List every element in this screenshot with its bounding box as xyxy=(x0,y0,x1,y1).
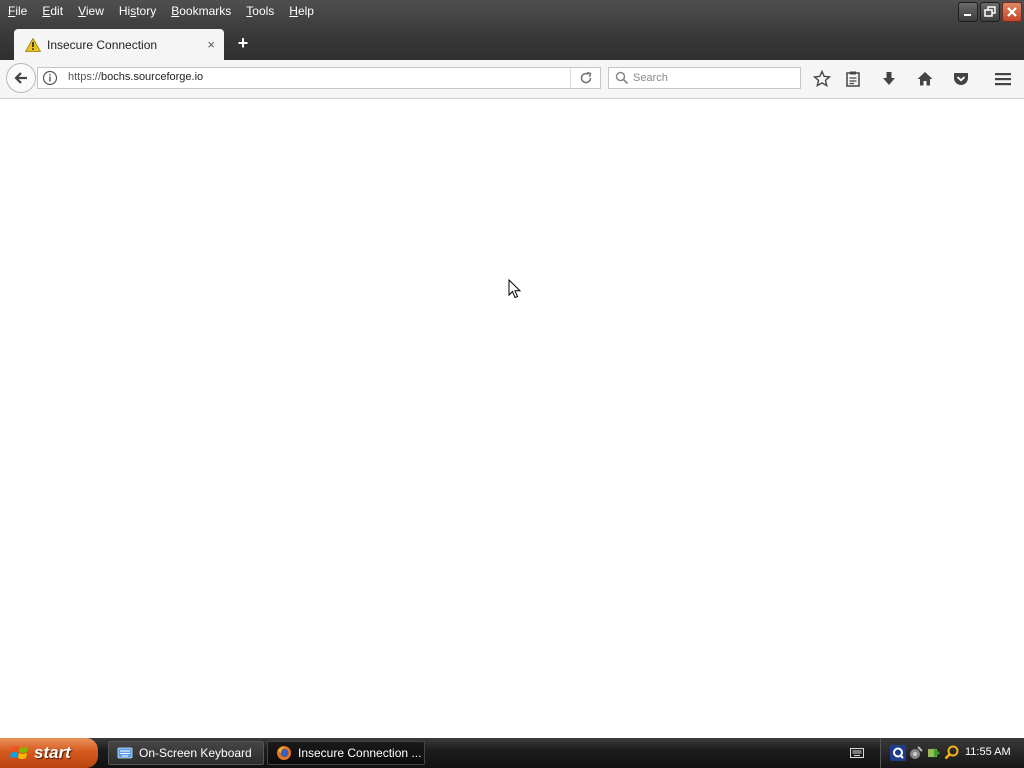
menu-bookmarks[interactable]: Bookmarks xyxy=(163,1,238,21)
search-placeholder: Search xyxy=(633,72,668,84)
hamburger-menu-icon xyxy=(995,73,1011,86)
restore-button[interactable] xyxy=(980,2,1000,22)
menu-help[interactable]: Help xyxy=(281,1,321,21)
menu-view[interactable]: View xyxy=(70,1,111,21)
home-button[interactable] xyxy=(915,69,935,89)
bookmark-star-button[interactable] xyxy=(812,69,832,89)
menu-edit[interactable]: Edit xyxy=(34,1,70,21)
safely-remove-tray-icon[interactable] xyxy=(926,745,942,761)
navigation-toolbar: https://bochs.sourceforge.io Search xyxy=(0,60,1024,99)
clock[interactable]: 11:55 AM xyxy=(965,746,1011,758)
network-tray-icon[interactable] xyxy=(908,745,924,761)
bookmarks-list-button[interactable] xyxy=(843,69,863,89)
url-text[interactable]: https://bochs.sourceforge.io xyxy=(68,71,203,83)
close-icon xyxy=(1007,7,1017,17)
tab-insecure-connection[interactable]: Insecure Connection × xyxy=(14,29,224,60)
minimize-button[interactable] xyxy=(958,2,978,22)
reload-button[interactable] xyxy=(570,68,601,88)
info-icon[interactable] xyxy=(42,70,58,86)
menu-history[interactable]: History xyxy=(111,1,163,21)
download-arrow-icon xyxy=(883,72,895,85)
url-bar[interactable]: https://bochs.sourceforge.io xyxy=(37,67,601,89)
keyboard-icon xyxy=(117,747,133,759)
browser-title-bar: File Edit View History Bookmarks Tools H… xyxy=(0,0,1024,60)
start-label: start xyxy=(34,743,71,762)
system-tray: 11:55 AM xyxy=(880,738,1024,768)
search-tray-icon[interactable] xyxy=(944,745,960,761)
keyboard-tray-icon[interactable] xyxy=(850,747,864,759)
new-tab-button[interactable]: + xyxy=(234,33,252,53)
mouse-cursor-icon xyxy=(508,279,522,299)
windows-logo-icon xyxy=(10,746,28,759)
reload-icon xyxy=(580,71,592,84)
clipboard-icon xyxy=(846,71,860,87)
restore-icon xyxy=(984,6,996,17)
open-menu-button[interactable] xyxy=(993,69,1013,89)
tab-close-icon[interactable]: × xyxy=(207,37,215,52)
taskbar-item-on-screen-keyboard[interactable]: On-Screen Keyboard xyxy=(108,741,264,765)
menu-bar: File Edit View History Bookmarks Tools H… xyxy=(0,0,321,22)
back-arrow-icon xyxy=(14,72,27,84)
page-content xyxy=(0,99,1024,738)
star-icon xyxy=(813,70,831,88)
taskbar-item-firefox[interactable]: Insecure Connection ... xyxy=(267,741,425,765)
close-window-button[interactable] xyxy=(1002,2,1022,22)
menu-tools[interactable]: Tools xyxy=(238,1,281,21)
back-button[interactable] xyxy=(6,63,36,93)
warning-icon xyxy=(25,37,41,52)
window-controls xyxy=(958,2,1022,22)
tab-title: Insecure Connection xyxy=(47,37,158,52)
taskbar-item-label: Insecure Connection ... xyxy=(298,746,422,760)
start-button[interactable]: start xyxy=(0,738,98,768)
pocket-icon xyxy=(954,73,968,85)
taskbar-item-label: On-Screen Keyboard xyxy=(139,746,252,760)
minimize-icon xyxy=(964,14,971,16)
taskbar: start On-Screen Keyboard Insecure Connec… xyxy=(0,738,1024,768)
firefox-icon xyxy=(277,746,291,760)
downloads-button[interactable] xyxy=(879,69,899,89)
home-icon xyxy=(917,72,933,86)
pocket-button[interactable] xyxy=(951,69,971,89)
search-icon xyxy=(615,71,629,85)
search-input[interactable]: Search xyxy=(608,67,801,89)
menu-file[interactable]: File xyxy=(0,1,34,21)
q-app-tray-icon[interactable] xyxy=(890,745,906,761)
